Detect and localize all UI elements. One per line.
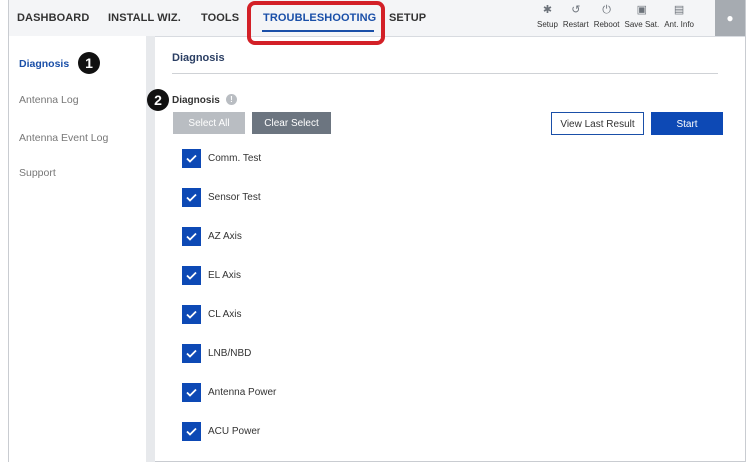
check-icon (186, 154, 197, 163)
setup-tool-button[interactable]: ✱ Setup (537, 4, 558, 29)
lnb-nbd-label: LNB/NBD (208, 348, 252, 359)
cl-axis-checkbox[interactable] (182, 305, 201, 324)
select-all-button[interactable]: Select All (173, 112, 245, 134)
info-icon[interactable]: ! (226, 94, 237, 105)
sidebar: Diagnosis 1 Antenna Log Antenna Event Lo… (9, 36, 146, 462)
sidebar-item-antenna-log[interactable]: Antenna Log (19, 94, 79, 106)
antenna-power-label: Antenna Power (208, 387, 277, 398)
sidebar-item-support[interactable]: Support (19, 167, 56, 179)
toolbar: ✱ Setup ↺ Restart ⏻ Reboot ▣ Save Sat. ▤… (537, 4, 699, 29)
start-button[interactable]: Start (651, 112, 723, 135)
section-label: Diagnosis (172, 95, 220, 106)
check-icon (186, 232, 197, 241)
lnb-nbd-checkbox[interactable] (182, 344, 201, 363)
test-item-antenna-power: Antenna Power (182, 383, 276, 402)
sensor-test-label: Sensor Test (208, 192, 261, 203)
el-axis-label: EL Axis (208, 270, 241, 281)
test-item-acu-power: ACU Power (182, 422, 260, 441)
antenna-power-checkbox[interactable] (182, 383, 201, 402)
test-item-el-axis: EL Axis (182, 266, 241, 285)
ant-info-tool-button[interactable]: ▤ Ant. Info (664, 4, 694, 29)
comm-test-checkbox[interactable] (182, 149, 201, 168)
cl-axis-label: CL Axis (208, 309, 242, 320)
check-icon (186, 388, 197, 397)
nav-tools[interactable]: TOOLS (201, 12, 239, 24)
reboot-tool-label: Reboot (593, 20, 620, 29)
comm-test-label: Comm. Test (208, 153, 262, 164)
clear-select-button[interactable]: Clear Select (252, 112, 331, 134)
user-menu-button[interactable]: ● (715, 0, 745, 36)
test-item-comm-test: Comm. Test (182, 149, 261, 168)
az-axis-label: AZ Axis (208, 231, 242, 242)
view-last-result-button[interactable]: View Last Result (551, 112, 644, 135)
title-divider (172, 73, 718, 74)
reboot-tool-button[interactable]: ⏻ Reboot (594, 4, 620, 29)
main-content: Diagnosis 2 Diagnosis ! Select All Clear… (147, 36, 745, 462)
gear-icon: ✱ (542, 4, 553, 16)
sidebar-item-antenna-event-log[interactable]: Antenna Event Log (19, 132, 108, 144)
restart-tool-button[interactable]: ↺ Restart (563, 4, 589, 29)
restart-tool-label: Restart (562, 20, 589, 29)
restart-icon: ↺ (571, 4, 581, 16)
az-axis-checkbox[interactable] (182, 227, 201, 246)
user-icon: ● (726, 11, 734, 25)
check-icon (186, 310, 197, 319)
check-icon (186, 349, 197, 358)
save-icon: ▣ (636, 4, 648, 16)
acu-power-label: ACU Power (208, 426, 261, 437)
test-item-az-axis: AZ Axis (182, 227, 242, 246)
nav-dashboard[interactable]: DASHBOARD (17, 12, 89, 24)
save-sat-tool-button[interactable]: ▣ Save Sat. (625, 4, 660, 29)
setup-tool-label: Setup (537, 20, 558, 29)
nav-setup[interactable]: SETUP (389, 12, 426, 24)
nav-install-wizard[interactable]: INSTALL WIZ. (108, 12, 181, 24)
callout-badge-1: 1 (78, 52, 100, 74)
ant-info-tool-label: Ant. Info (664, 20, 694, 29)
test-item-sensor-test: Sensor Test (182, 188, 261, 207)
power-icon: ⏻ (602, 4, 611, 16)
el-axis-checkbox[interactable] (182, 266, 201, 285)
page-title: Diagnosis (172, 52, 225, 64)
antenna-info-icon: ▤ (673, 4, 685, 16)
sidebar-item-diagnosis[interactable]: Diagnosis (19, 58, 69, 70)
app-frame: DASHBOARD INSTALL WIZ. TOOLS TROUBLESHOO… (8, 0, 746, 462)
check-icon (186, 193, 197, 202)
acu-power-checkbox[interactable] (182, 422, 201, 441)
test-item-cl-axis: CL Axis (182, 305, 242, 324)
test-item-lnb-nbd: LNB/NBD (182, 344, 251, 363)
save-sat-tool-label: Save Sat. (624, 20, 660, 29)
sensor-test-checkbox[interactable] (182, 188, 201, 207)
check-icon (186, 271, 197, 280)
check-icon (186, 427, 197, 436)
callout-badge-2: 2 (147, 89, 169, 111)
